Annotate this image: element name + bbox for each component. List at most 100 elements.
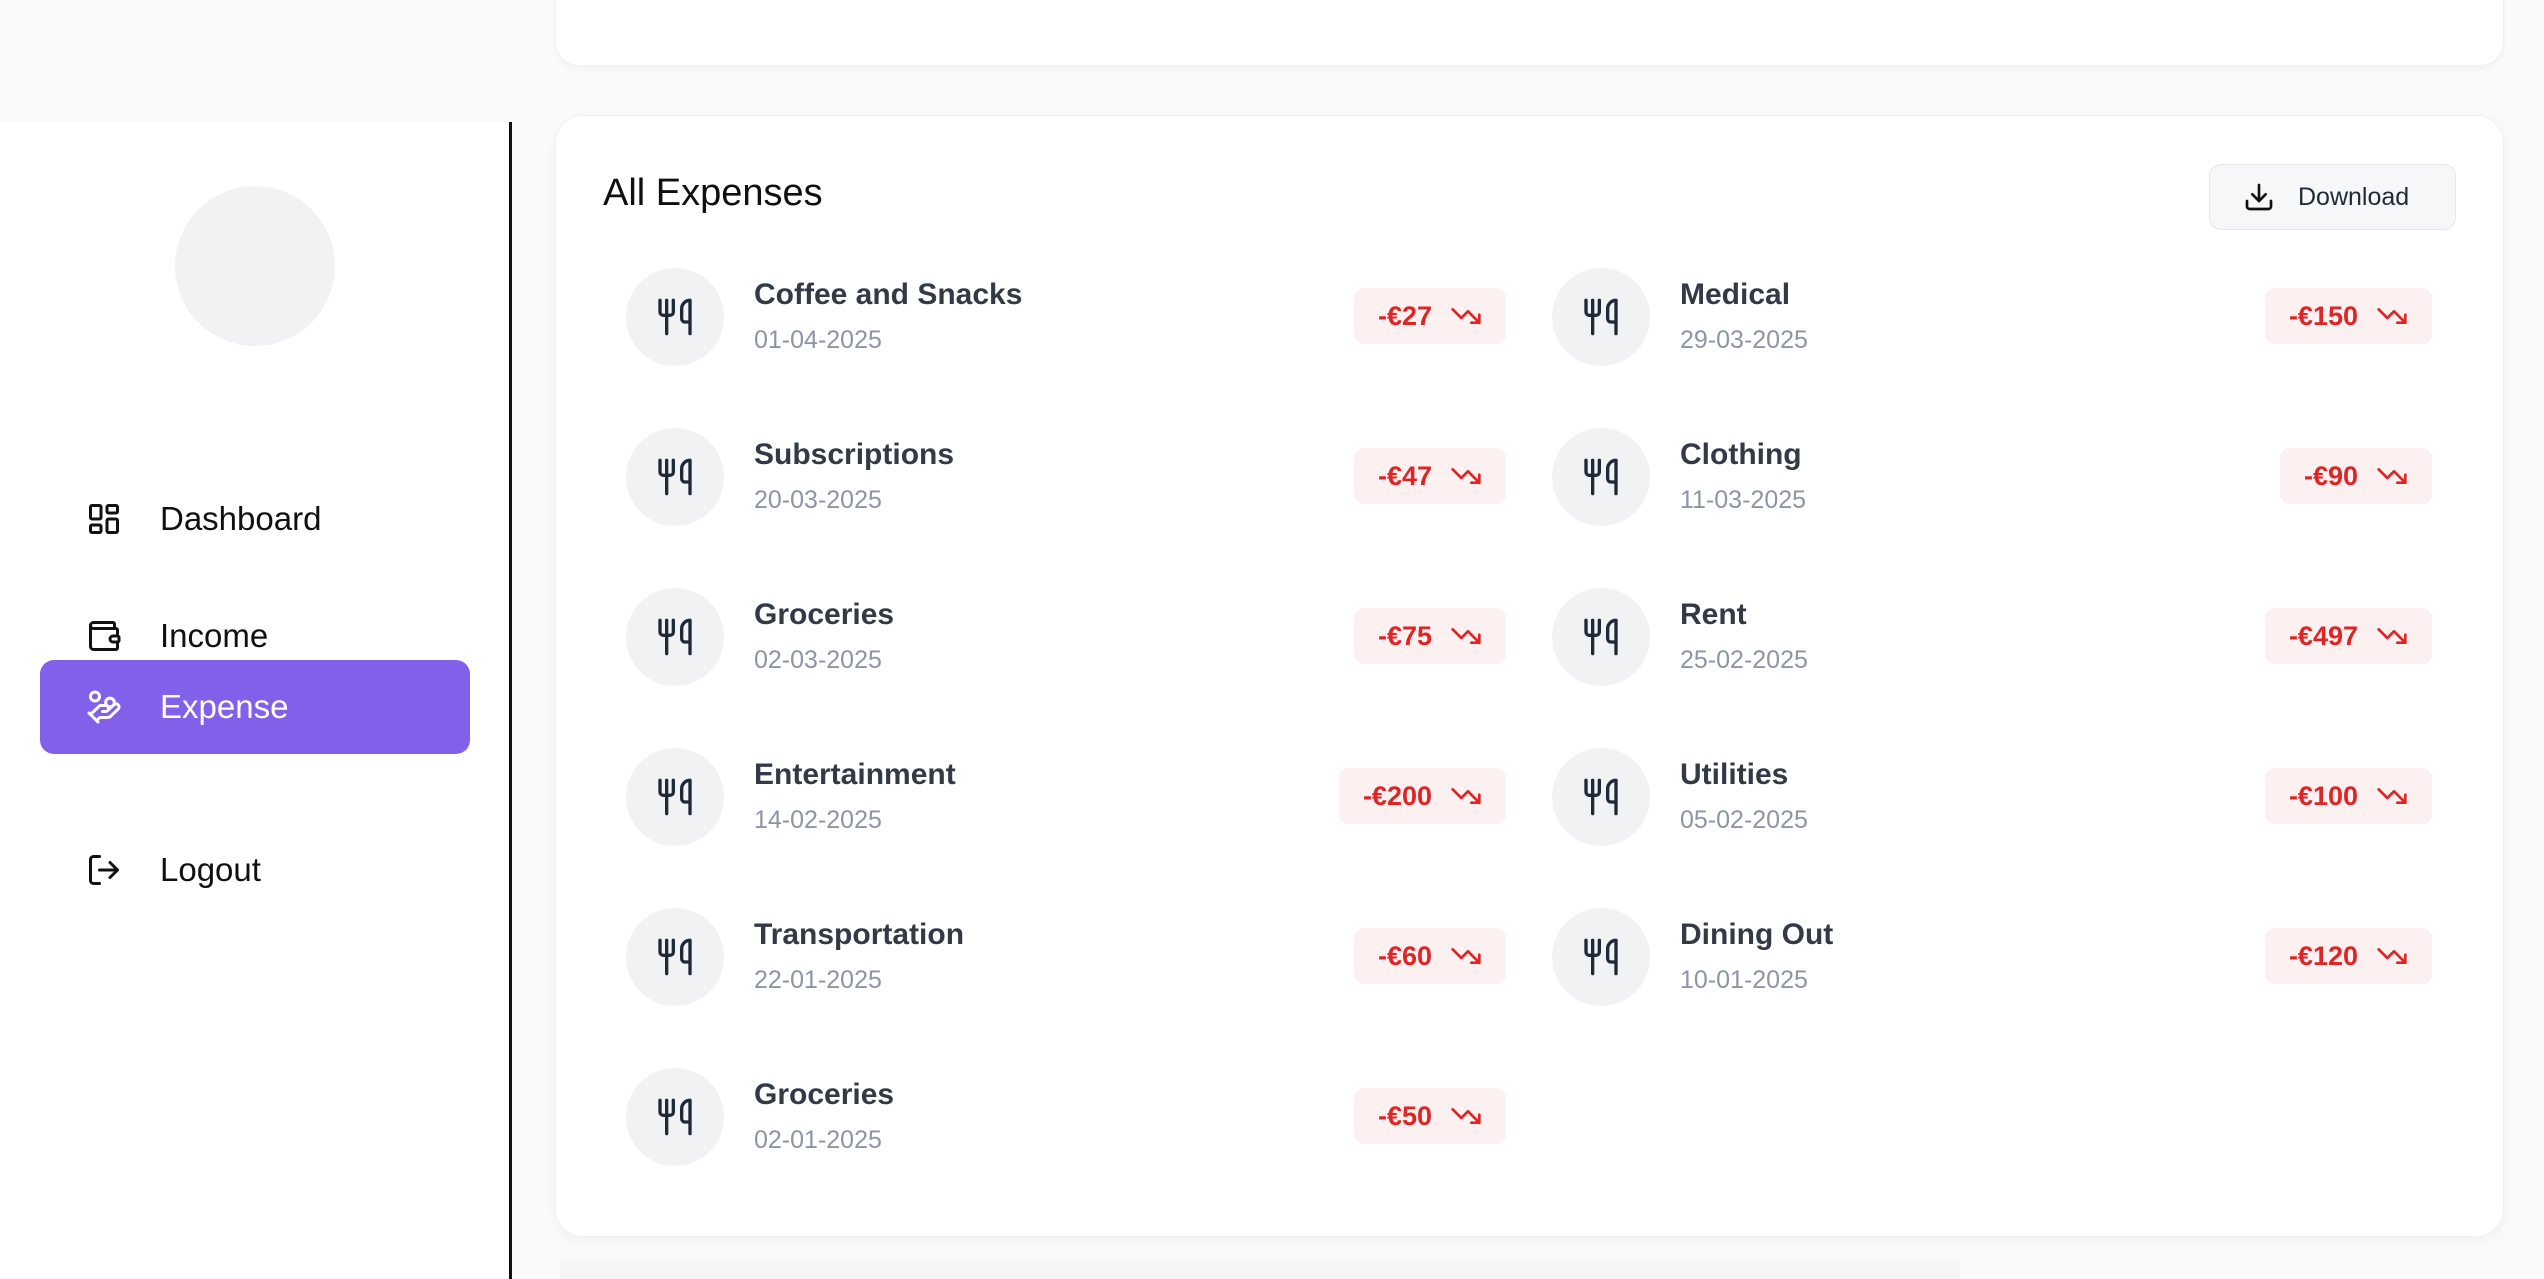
expense-icon-circle xyxy=(1552,908,1650,1006)
page-title: All Expenses xyxy=(603,172,823,214)
download-button[interactable]: Download xyxy=(2209,164,2456,230)
expense-row[interactable]: Entertainment 14-02-2025 -€200 xyxy=(626,748,1506,848)
expense-amount: -€497 xyxy=(2288,620,2358,651)
trending-down-icon xyxy=(1451,628,1481,644)
sidebar-item-dashboard[interactable]: Dashboard xyxy=(40,472,470,566)
sidebar-item-label: Logout xyxy=(160,851,261,888)
sidebar-item-label: Expense xyxy=(160,688,289,725)
expense-row[interactable]: Subscriptions 20-03-2025 -€47 xyxy=(626,428,1506,528)
logout-icon xyxy=(89,855,119,885)
expense-amount: -€50 xyxy=(1377,1100,1432,1131)
trending-down-icon xyxy=(2377,948,2407,964)
sidebar-item-label: Dashboard xyxy=(160,500,322,537)
expense-date: 22-01-2025 xyxy=(754,966,882,994)
trending-down-icon xyxy=(1451,788,1481,804)
expense-date: 25-02-2025 xyxy=(1680,646,1808,674)
utensils-icon xyxy=(1584,618,1618,656)
utensils-icon xyxy=(658,618,692,656)
trending-down-icon xyxy=(2377,468,2407,484)
expense-name: Dining Out xyxy=(1680,918,1834,951)
expense-name: Rent xyxy=(1680,598,1747,631)
expense-amount-badge: -€90 xyxy=(2279,448,2432,504)
expense-date: 02-03-2025 xyxy=(754,646,882,674)
trending-down-icon xyxy=(1451,308,1481,324)
expense-amount-badge: -€100 xyxy=(2264,768,2432,824)
expense-amount: -€90 xyxy=(2303,460,2358,491)
expense-amount: -€200 xyxy=(1362,780,1432,811)
sidebar: Dashboard Income Expense Logout xyxy=(0,122,512,1279)
expense-date: 29-03-2025 xyxy=(1680,326,1808,354)
expense-amount: -€60 xyxy=(1377,940,1432,971)
expense-row[interactable]: Coffee and Snacks 01-04-2025 -€27 xyxy=(626,268,1506,368)
expense-icon-circle xyxy=(1552,748,1650,846)
utensils-icon xyxy=(658,458,692,496)
expense-date: 10-01-2025 xyxy=(1680,966,1808,994)
expense-amount-badge: -€150 xyxy=(2264,288,2432,344)
trending-down-icon xyxy=(2377,788,2407,804)
expense-row[interactable]: Clothing 11-03-2025 -€90 xyxy=(1552,428,2432,528)
utensils-icon xyxy=(1584,458,1618,496)
avatar xyxy=(175,186,335,346)
expense-date: 01-04-2025 xyxy=(754,326,882,354)
expense-amount: -€47 xyxy=(1377,460,1432,491)
download-icon xyxy=(2245,183,2273,211)
expense-icon-circle xyxy=(626,428,724,526)
expense-name: Transportation xyxy=(754,918,965,951)
wallet-icon xyxy=(89,621,121,651)
summary-card xyxy=(555,0,2504,66)
expense-row[interactable]: Dining Out 10-01-2025 -€120 xyxy=(1552,908,2432,1008)
hand-coins-icon xyxy=(87,690,121,724)
utensils-icon xyxy=(1584,938,1618,976)
expense-amount-badge: -€120 xyxy=(2264,928,2432,984)
expense-row[interactable]: Groceries 02-01-2025 -€50 xyxy=(626,1068,1506,1168)
expense-icon-circle xyxy=(626,908,724,1006)
utensils-icon xyxy=(1584,298,1618,336)
expense-name: Entertainment xyxy=(754,758,956,791)
utensils-icon xyxy=(658,1098,692,1136)
sidebar-item-label: Income xyxy=(160,617,269,654)
expense-name: Coffee and Snacks xyxy=(754,278,1023,311)
expense-amount-badge: -€50 xyxy=(1353,1088,1506,1144)
expense-icon-circle xyxy=(626,588,724,686)
expense-amount-badge: -€60 xyxy=(1353,928,1506,984)
utensils-icon xyxy=(1584,778,1618,816)
utensils-icon xyxy=(658,938,692,976)
trending-down-icon xyxy=(1451,468,1481,484)
utensils-icon xyxy=(658,298,692,336)
expense-name: Groceries xyxy=(754,598,895,631)
expense-name: Medical xyxy=(1680,278,1791,311)
expense-row[interactable]: Transportation 22-01-2025 -€60 xyxy=(626,908,1506,1008)
expense-amount: -€120 xyxy=(2288,940,2358,971)
expense-row[interactable]: Rent 25-02-2025 -€497 xyxy=(1552,588,2432,688)
expense-date: 14-02-2025 xyxy=(754,806,882,834)
bottom-shadow xyxy=(560,1255,1960,1279)
expense-name: Clothing xyxy=(1680,438,1802,471)
expense-row[interactable]: Groceries 02-03-2025 -€75 xyxy=(626,588,1506,688)
expense-date: 20-03-2025 xyxy=(754,486,882,514)
expense-date: 05-02-2025 xyxy=(1680,806,1808,834)
expense-row[interactable]: Utilities 05-02-2025 -€100 xyxy=(1552,748,2432,848)
download-label: Download xyxy=(2298,182,2410,211)
expense-icon-circle xyxy=(1552,588,1650,686)
trending-down-icon xyxy=(2377,308,2407,324)
expense-icon-circle xyxy=(1552,428,1650,526)
expense-date: 11-03-2025 xyxy=(1680,486,1807,514)
expense-name: Subscriptions xyxy=(754,438,955,471)
expense-icon-circle xyxy=(626,268,724,366)
dashboard-icon xyxy=(89,504,119,534)
expense-amount-badge: -€75 xyxy=(1353,608,1506,664)
trending-down-icon xyxy=(1451,948,1481,964)
expense-row[interactable]: Medical 29-03-2025 -€150 xyxy=(1552,268,2432,368)
expense-icon-circle xyxy=(1552,268,1650,366)
sidebar-item-logout[interactable]: Logout xyxy=(40,823,470,917)
expense-amount: -€27 xyxy=(1377,300,1432,331)
sidebar-item-expense[interactable]: Expense xyxy=(40,660,470,754)
expense-icon-circle xyxy=(626,748,724,846)
utensils-icon xyxy=(658,778,692,816)
expense-icon-circle xyxy=(626,1068,724,1166)
expense-amount: -€75 xyxy=(1377,620,1432,651)
expense-amount-badge: -€200 xyxy=(1338,768,1506,824)
trending-down-icon xyxy=(1451,1108,1481,1124)
expense-amount-badge: -€47 xyxy=(1353,448,1506,504)
trending-down-icon xyxy=(2377,628,2407,644)
